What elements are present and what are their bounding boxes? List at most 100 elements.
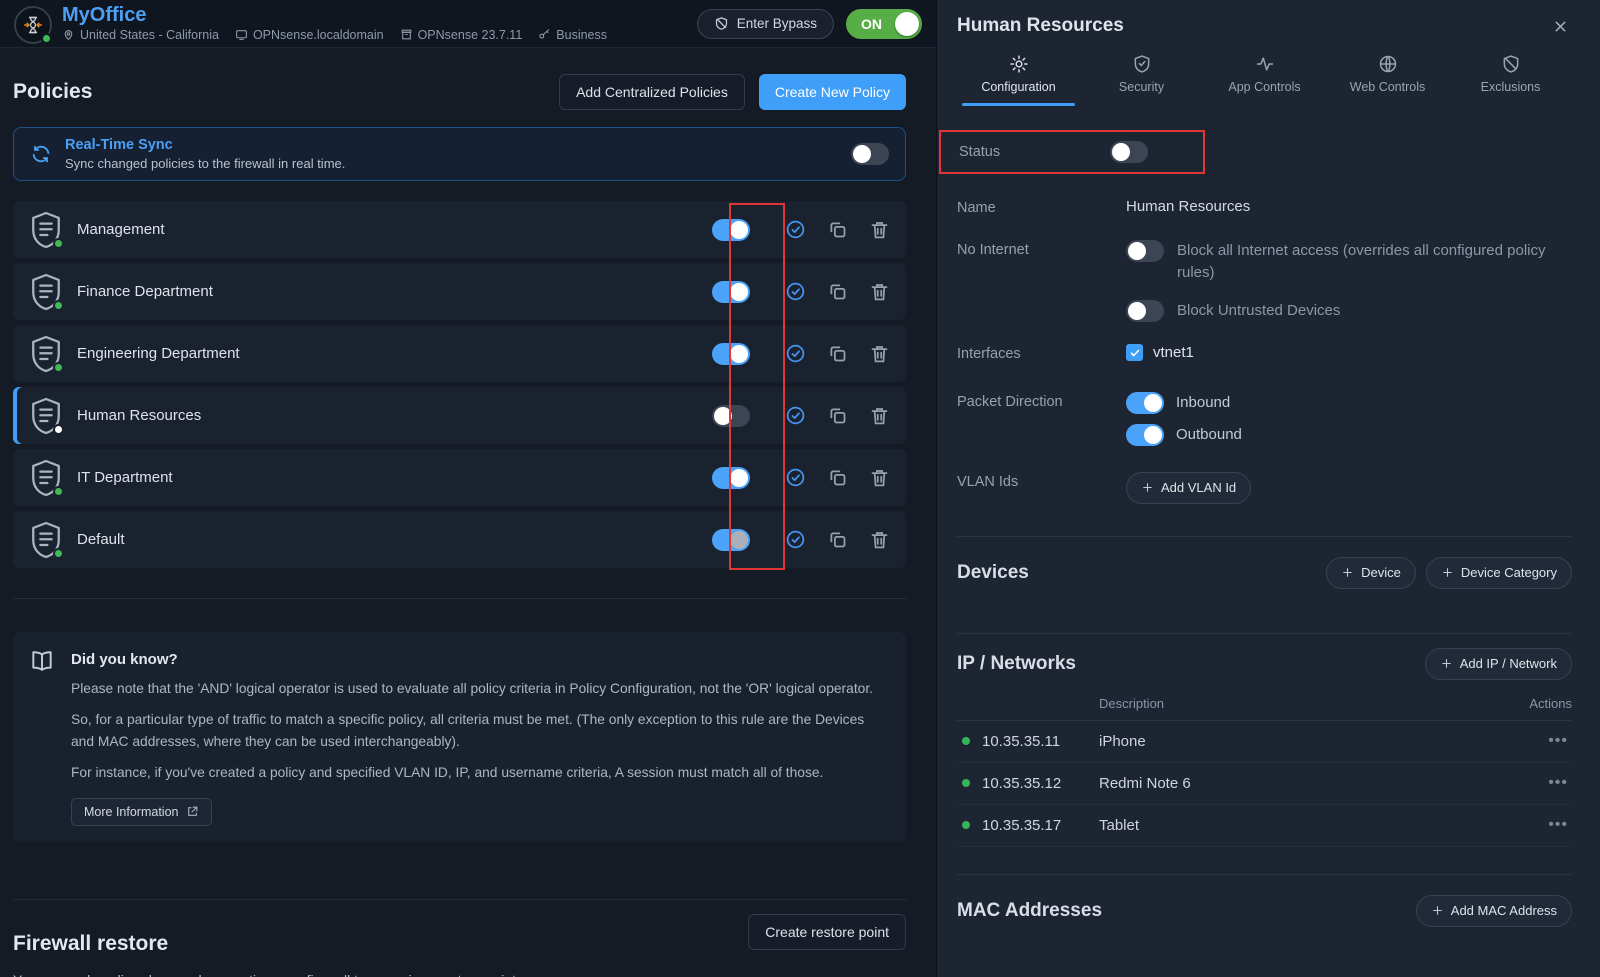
policy-status-toggle[interactable] [1110,141,1148,163]
mac-addresses-section: MAC Addresses Add MAC Address [957,895,1572,927]
policy-duplicate-button[interactable] [826,467,848,489]
policy-enable-toggle[interactable] [712,529,750,551]
edition-text: Business [556,28,607,42]
policy-status-dot [53,486,64,497]
policy-enable-toggle[interactable] [712,405,750,427]
copy-icon [827,529,848,550]
row-actions-menu-icon[interactable]: ••• [1544,816,1572,834]
row-actions-menu-icon[interactable]: ••• [1544,774,1572,792]
plus-icon [1441,566,1454,579]
divider [13,899,906,900]
create-restore-point-button[interactable]: Create restore point [748,914,906,950]
ip-networks-section: IP / Networks Add IP / Network [957,648,1572,680]
policy-sync-status-button[interactable] [784,281,806,303]
policy-row-finance[interactable]: Finance Department [13,263,906,320]
plus-icon [1431,904,1444,917]
policy-row-it-department[interactable]: IT Department [13,449,906,506]
did-you-know-paragraph: For instance, if you've created a policy… [71,762,888,783]
engine-on-toggle[interactable]: ON [846,9,922,39]
policy-duplicate-button[interactable] [826,219,848,241]
tab-app-controls[interactable]: App Controls [1203,46,1326,106]
realtime-sync-description: Sync changed policies to the firewall in… [65,156,345,172]
tab-exclusions[interactable]: Exclusions [1449,46,1572,106]
vlan-label: VLAN Ids [957,472,1126,504]
add-centralized-policies-button[interactable]: Add Centralized Policies [559,74,745,110]
name-field: Name Human Resources [957,198,1572,216]
policy-sync-status-button[interactable] [784,405,806,427]
version-text: OPNsense 23.7.11 [418,28,523,42]
policy-row-engineering[interactable]: Engineering Department [13,325,906,382]
online-status-dot [962,737,970,745]
packet-direction-field: Packet Direction Inbound Outbound [957,392,1572,446]
inbound-toggle[interactable] [1126,392,1164,414]
policy-row-management[interactable]: Management [13,201,906,258]
enter-bypass-button[interactable]: Enter Bypass [697,9,834,39]
policy-delete-button[interactable] [868,281,890,303]
trash-icon [869,467,890,488]
actions-column-header: Actions [1529,696,1572,711]
policy-sync-status-button[interactable] [784,467,806,489]
policy-row-human-resources[interactable]: Human Resources [13,387,906,444]
policy-row-default[interactable]: Default [13,511,906,568]
policy-delete-button[interactable] [868,219,890,241]
toggle-knob [895,12,919,36]
copy-icon [827,219,848,240]
page-title: Policies [13,80,92,104]
mac-addresses-title: MAC Addresses [957,900,1102,922]
create-new-policy-button[interactable]: Create New Policy [759,74,906,110]
policy-status-dot [53,362,64,373]
tab-web-controls[interactable]: Web Controls [1326,46,1449,106]
add-mac-address-button[interactable]: Add MAC Address [1416,895,1572,927]
policy-duplicate-button[interactable] [826,281,848,303]
globe-icon [1378,54,1398,74]
policy-shield-icon [29,210,63,250]
policy-delete-button[interactable] [868,343,890,365]
add-device-category-button[interactable]: Device Category [1426,557,1572,589]
hostname-info: OPNsense.localdomain [235,28,384,42]
policy-duplicate-button[interactable] [826,529,848,551]
block-untrusted-devices-toggle[interactable] [1126,300,1164,322]
row-actions-menu-icon[interactable]: ••• [1544,732,1572,750]
app-window: MyOffice United States - California OPNs… [0,0,1600,977]
archive-icon [400,28,413,41]
brand: MyOffice United States - California OPNs… [14,4,607,44]
policies-pane: MyOffice United States - California OPNs… [0,0,936,977]
panel-title: Human Resources [957,15,1124,37]
ip-networks-title: IP / Networks [957,653,1076,675]
ip-description: Tablet [1099,817,1139,834]
add-vlan-button[interactable]: Add VLAN Id [1126,472,1251,504]
policy-status-dot [53,424,64,435]
policy-delete-button[interactable] [868,405,890,427]
policy-delete-button[interactable] [868,467,890,489]
description-column-header: Description [1099,696,1164,711]
ip-row[interactable]: 10.35.35.11 iPhone ••• [957,721,1572,763]
ip-row[interactable]: 10.35.35.17 Tablet ••• [957,805,1572,847]
key-icon [538,28,551,41]
policy-enable-toggle[interactable] [712,343,750,365]
close-panel-button[interactable] [1548,14,1572,38]
interface-value: vtnet1 [1153,344,1194,361]
policy-sync-status-button[interactable] [784,343,806,365]
online-status-dot [962,821,970,829]
realtime-sync-toggle[interactable] [851,143,889,165]
policy-enable-toggle[interactable] [712,219,750,241]
did-you-know-card: Did you know? Please note that the 'AND'… [13,632,906,842]
tab-security[interactable]: Security [1080,46,1203,106]
policy-sync-status-button[interactable] [784,219,806,241]
interface-checkbox[interactable] [1126,344,1143,361]
tab-configuration[interactable]: Configuration [957,46,1080,106]
outbound-toggle[interactable] [1126,424,1164,446]
policy-enable-toggle[interactable] [712,467,750,489]
block-all-internet-toggle[interactable] [1126,240,1164,262]
policy-sync-status-button[interactable] [784,529,806,551]
add-device-button[interactable]: Device [1326,557,1416,589]
policy-enable-toggle[interactable] [712,281,750,303]
policy-delete-button[interactable] [868,529,890,551]
policy-duplicate-button[interactable] [826,343,848,365]
firewall-restore-description: You can undo policy changes by reverting… [13,972,906,977]
policy-duplicate-button[interactable] [826,405,848,427]
trash-icon [869,281,890,302]
add-ip-network-button[interactable]: Add IP / Network [1425,648,1572,680]
ip-row[interactable]: 10.35.35.12 Redmi Note 6 ••• [957,763,1572,805]
more-information-button[interactable]: More Information [71,798,212,826]
